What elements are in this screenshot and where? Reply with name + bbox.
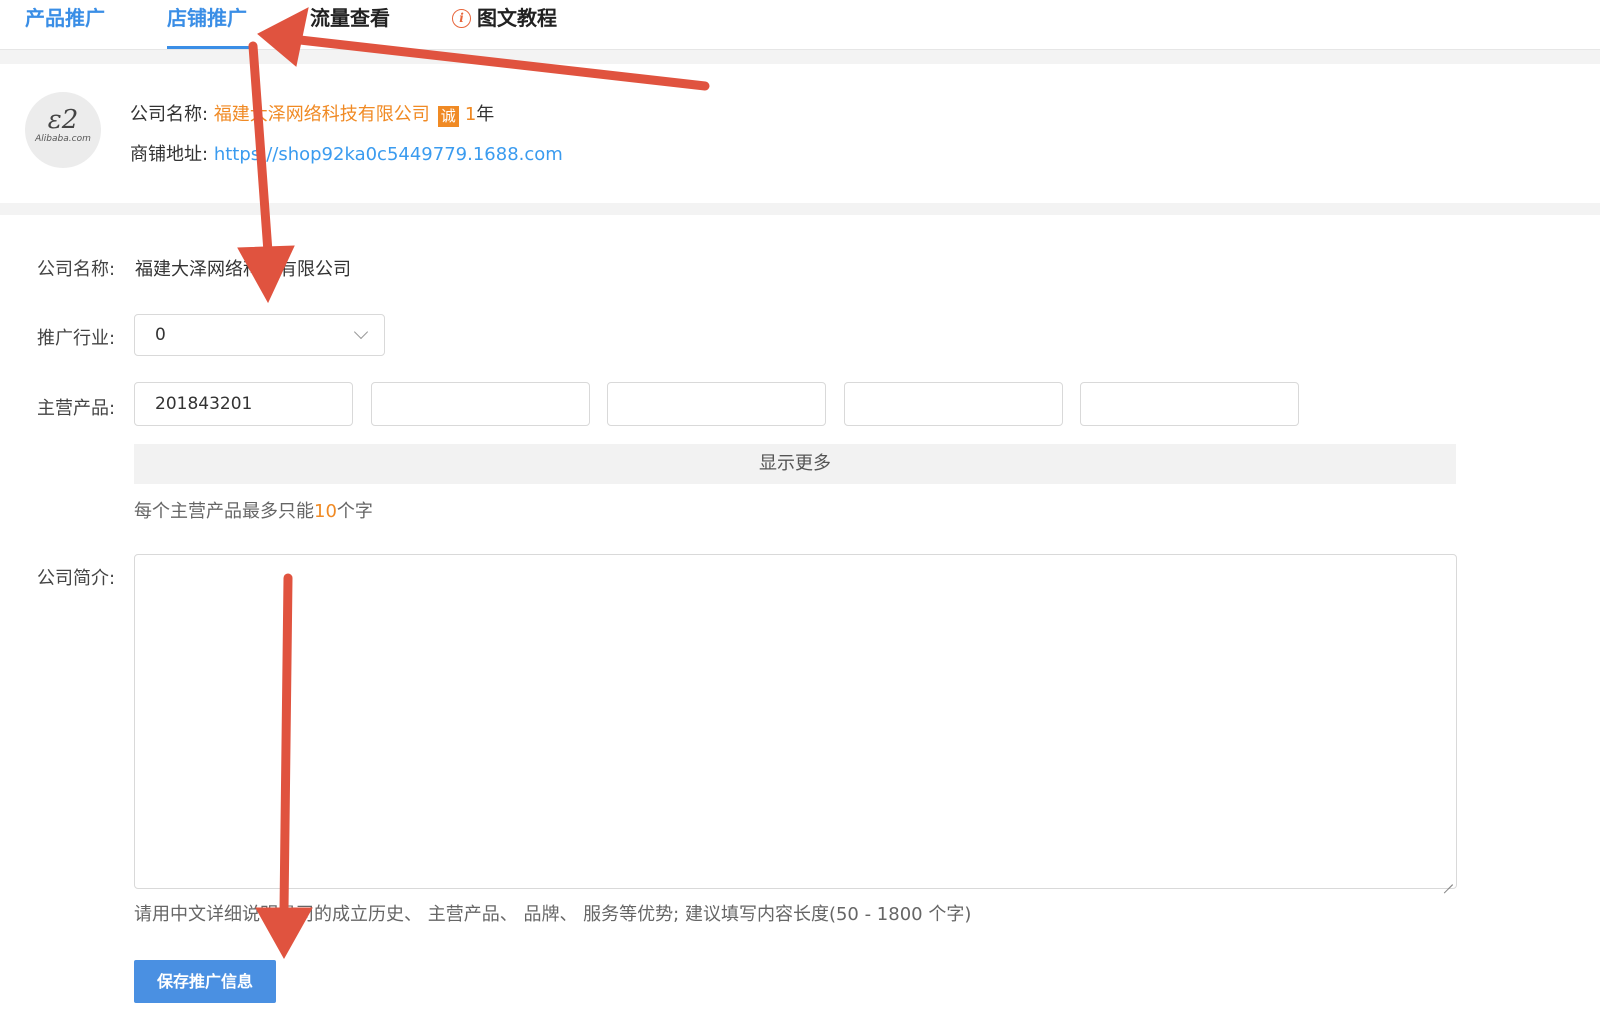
industry-select[interactable]: 0 bbox=[134, 314, 385, 356]
tab-traffic-view[interactable]: 流量查看 bbox=[310, 0, 390, 49]
main-product-input-5[interactable] bbox=[1080, 382, 1299, 426]
main-product-input-4[interactable] bbox=[844, 382, 1063, 426]
tab-tutorial-label: 图文教程 bbox=[477, 6, 557, 30]
years-unit: 年 bbox=[476, 104, 495, 125]
company-intro-textarea[interactable] bbox=[134, 554, 1457, 889]
product-length-hint: 每个主营产品最多只能10个字 bbox=[134, 497, 373, 523]
header-store-row: 商铺地址: https://shop92ka0c5449779.1688.com bbox=[130, 140, 563, 166]
resize-handle-icon[interactable] bbox=[1443, 875, 1453, 885]
main-product-input-3[interactable] bbox=[607, 382, 826, 426]
alibaba-logo-text: Alibaba.com bbox=[35, 134, 91, 144]
industry-label: 推广行业: bbox=[37, 328, 116, 349]
product-hint-prefix: 每个主营产品最多只能 bbox=[134, 501, 314, 522]
years-number: 1 bbox=[464, 104, 477, 125]
company-avatar: ɛ2 Alibaba.com bbox=[25, 92, 101, 168]
store-url-link[interactable]: https://shop92ka0c5449779.1688.com bbox=[214, 144, 563, 165]
product-hint-number: 10 bbox=[314, 501, 337, 522]
header-store-label: 商铺地址: bbox=[130, 144, 209, 165]
main-product-input-2[interactable] bbox=[371, 382, 590, 426]
alibaba-logo-icon: ɛ2 bbox=[47, 105, 79, 135]
show-more-button[interactable]: 显示更多 bbox=[134, 444, 1456, 484]
info-icon: i bbox=[452, 9, 471, 28]
header-company-row: 公司名称: 福建大泽网络科技有限公司诚 1年 bbox=[130, 100, 494, 127]
company-name-label: 公司名称: bbox=[37, 259, 116, 280]
header-company-label: 公司名称: bbox=[130, 104, 209, 125]
tab-product-promotion[interactable]: 产品推广 bbox=[25, 0, 105, 49]
header-company-name[interactable]: 福建大泽网络科技有限公司 bbox=[214, 104, 430, 125]
product-hint-suffix: 个字 bbox=[336, 501, 373, 522]
chevron-down-icon bbox=[353, 324, 369, 340]
tab-store-promotion[interactable]: 店铺推广 bbox=[167, 0, 247, 49]
save-promotion-button[interactable]: 保存推广信息 bbox=[134, 960, 276, 1003]
tab-tutorial[interactable]: i 图文教程 bbox=[452, 0, 557, 49]
company-intro-label: 公司简介: bbox=[37, 568, 116, 589]
section-divider bbox=[0, 50, 1600, 64]
cheng-badge-icon: 诚 bbox=[437, 106, 459, 127]
tab-bar: 产品推广 店铺推广 流量查看 i 图文教程 bbox=[0, 0, 1600, 50]
main-products-label: 主营产品: bbox=[37, 398, 116, 419]
main-product-input-1[interactable]: 201843201 bbox=[134, 382, 353, 426]
active-tab-indicator bbox=[167, 46, 255, 49]
company-intro-hint: 请用中文详细说明贵司的成立历史、 主营产品、 品牌、 服务等优势; 建议填写内容… bbox=[134, 904, 972, 925]
industry-select-value: 0 bbox=[155, 325, 166, 345]
company-name-value: 福建大泽网络科技有限公司 bbox=[135, 259, 351, 280]
section-divider bbox=[0, 203, 1600, 215]
